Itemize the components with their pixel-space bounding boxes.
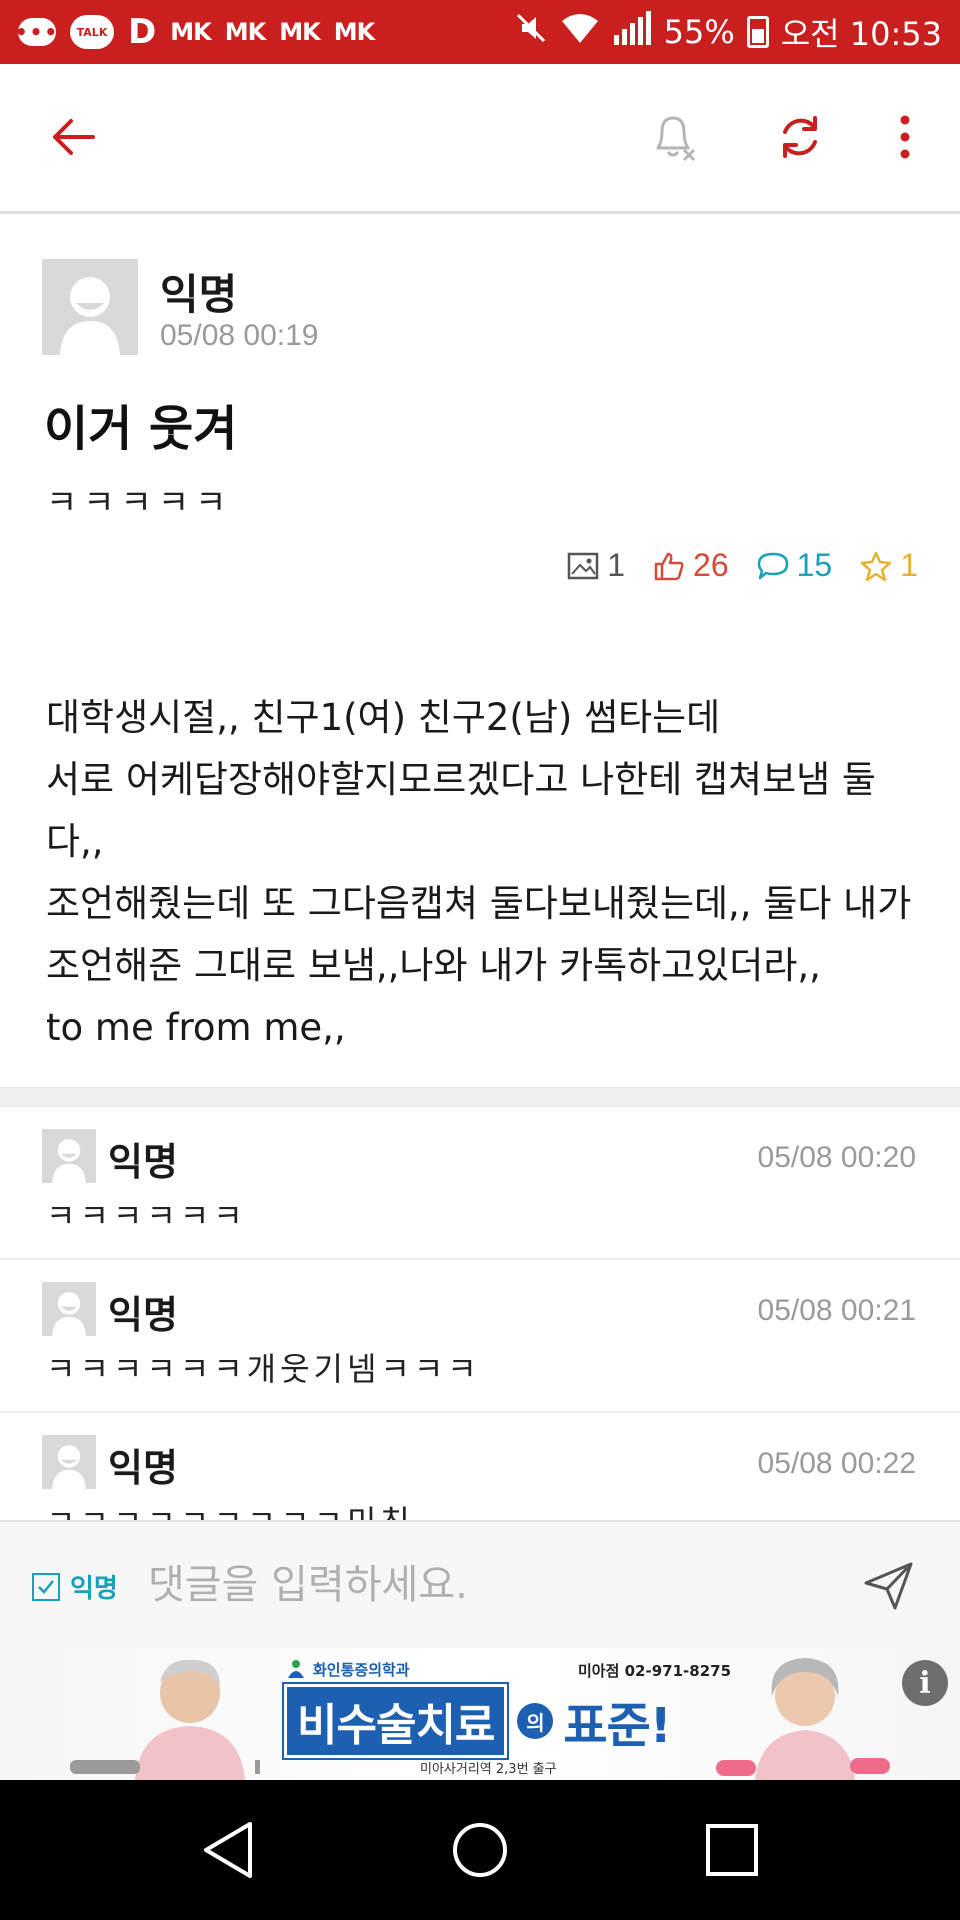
comment-date: 05/08 00:22 (757, 1447, 916, 1480)
mk-icon: MK (170, 18, 211, 46)
refresh-button[interactable] (765, 102, 835, 172)
battery-percent: 55% (663, 13, 735, 51)
story-line: 서로 어케답장해야할지모르겠다고 나한테 캡쳐보냄 둘다,, (46, 758, 876, 863)
more-menu-button[interactable] (870, 102, 940, 172)
default-avatar-icon (52, 1139, 86, 1183)
like-count[interactable]: 26 (653, 547, 729, 584)
comment-text: ㅋㅋㅋㅋㅋㅋㅋㅋㅋ미친 (46, 1497, 414, 1520)
post-body: ㅋㅋㅋㅋㅋ (46, 483, 233, 523)
comment-list[interactable]: 익명 05/08 00:20 ㅋㅋㅋㅋㅋㅋ 익명 05/08 00:21 ㅋㅋㅋ… (0, 1107, 960, 1520)
nav-recents-button[interactable] (692, 1810, 772, 1890)
status-bar: ••• TALK D MK MK MK MK 55% 오전 10:53 (0, 0, 960, 64)
circle-home-icon (453, 1823, 507, 1877)
system-navigation-bar (0, 1780, 960, 1920)
scrap-count-value: 1 (900, 547, 918, 583)
mk-icon: MK (333, 18, 375, 46)
story-line: 대학생시절,, 친구1(여) 친구2(남) 썸타는데 (46, 696, 721, 739)
d-app-icon: D (128, 12, 157, 52)
post-author: 익명 (160, 270, 238, 319)
ad-clinic-name: 화인통증의학과 (285, 1658, 410, 1680)
comment-author: 익명 (108, 1293, 178, 1337)
story-line: 조언해줬는데 또 그다음캡쳐 둘다보내줬는데,, 둘다 내가 조언해준 그대로 … (46, 882, 912, 987)
mk-icon: MK (279, 18, 320, 46)
anonymous-label: 익명 (70, 1574, 118, 1604)
nav-back-button[interactable] (188, 1810, 268, 1890)
back-button[interactable] (38, 102, 108, 172)
triangle-back-icon (204, 1822, 252, 1878)
comment-composer: 익명 (0, 1520, 960, 1648)
comment-count: 15 (757, 547, 833, 584)
comment-author: 익명 (108, 1446, 178, 1490)
more-vertical-icon (900, 115, 910, 159)
clock: 오전 10:53 (780, 15, 942, 53)
info-icon: i (919, 1665, 931, 1701)
post: 익명 05/08 00:19 이거 웃겨 ㅋㅋㅋㅋㅋ 1 26 15 1 대학생… (0, 217, 960, 1087)
default-avatar-icon (60, 277, 120, 355)
comment-item[interactable]: 익명 05/08 00:20 ㅋㅋㅋㅋㅋㅋ (0, 1107, 960, 1260)
refresh-icon (783, 116, 817, 158)
square-recents-icon (706, 1824, 758, 1876)
messages-icon: ••• (14, 18, 60, 46)
post-stats: 1 26 15 1 (567, 547, 918, 584)
comment-input[interactable] (148, 1552, 828, 1618)
comment-date: 05/08 00:20 (757, 1141, 916, 1174)
app-bar (0, 64, 960, 214)
avatar (42, 259, 138, 355)
checkbox-checked-icon (32, 1572, 60, 1601)
avatar (42, 1282, 96, 1336)
post-date: 05/08 00:19 (160, 319, 319, 352)
signal-icon (612, 11, 652, 53)
ad-man-image (70, 1648, 260, 1780)
ad-subtext: 미아사거리역 2,3번 출구 (420, 1762, 557, 1777)
anonymous-checkbox[interactable]: 익명 (32, 1568, 118, 1605)
section-divider (0, 1087, 960, 1107)
ad-headline-box: 비수술치료 (281, 1682, 510, 1760)
kakaotalk-icon: TALK (70, 15, 114, 49)
comment-text: ㅋㅋㅋㅋㅋㅋ개웃기넴ㅋㅋㅋ (46, 1350, 481, 1388)
ad-phone: 미아점 02-971-8275 (578, 1662, 732, 1680)
comment-bubble-icon (757, 552, 788, 579)
ad-info-button[interactable]: i (902, 1660, 948, 1706)
thumbs-up-icon (654, 552, 684, 580)
avatar (42, 1435, 96, 1489)
image-icon (567, 552, 599, 579)
send-icon (864, 1562, 913, 1610)
avatar (42, 1129, 96, 1183)
notification-off-button[interactable] (638, 102, 708, 172)
comment-text: ㅋㅋㅋㅋㅋㅋ (46, 1197, 247, 1235)
wifi-icon (560, 11, 600, 53)
comment-author: 익명 (108, 1140, 178, 1184)
clinic-logo-icon (288, 1660, 304, 1678)
nav-home-button[interactable] (440, 1810, 520, 1890)
mute-icon (514, 11, 548, 53)
ad-clinic-label: 화인통증의학과 (313, 1660, 410, 1679)
like-count-value: 26 (693, 547, 729, 583)
post-story: 대학생시절,, 친구1(여) 친구2(남) 썸타는데 서로 어케답장해야할지모르… (46, 687, 926, 1059)
star-icon (860, 551, 892, 581)
ad-woman-image (710, 1648, 890, 1780)
battery-icon (746, 16, 769, 48)
comment-date: 05/08 00:21 (757, 1294, 916, 1327)
ad-headline-particle: 의 (517, 1703, 554, 1739)
comment-count-value: 15 (796, 547, 833, 583)
bell-off-icon (656, 116, 696, 162)
story-line: to me from me,, (46, 1006, 346, 1049)
image-count-value: 1 (607, 547, 626, 583)
image-count: 1 (567, 547, 625, 584)
comment-item[interactable]: 익명 05/08 00:21 ㅋㅋㅋㅋㅋㅋ개웃기넴ㅋㅋㅋ (0, 1260, 960, 1413)
ad-headline-tail: 표준! (563, 1698, 671, 1754)
ad-banner[interactable]: 화인통증의학과 미아점 02-971-8275 비수술치료 의 표준! 미아사거… (0, 1648, 960, 1780)
post-title: 이거 웃겨 (44, 401, 238, 457)
scrap-count[interactable]: 1 (860, 547, 918, 584)
send-button[interactable] (854, 1554, 924, 1618)
comment-item[interactable]: 익명 05/08 00:22 ㅋㅋㅋㅋㅋㅋㅋㅋㅋ미친 (0, 1413, 960, 1520)
back-arrow-icon (53, 119, 95, 155)
default-avatar-icon (52, 1445, 86, 1489)
ad-headline: 비수술치료 의 표준! (281, 1682, 672, 1760)
mk-icon: MK (224, 18, 266, 46)
default-avatar-icon (52, 1292, 86, 1336)
